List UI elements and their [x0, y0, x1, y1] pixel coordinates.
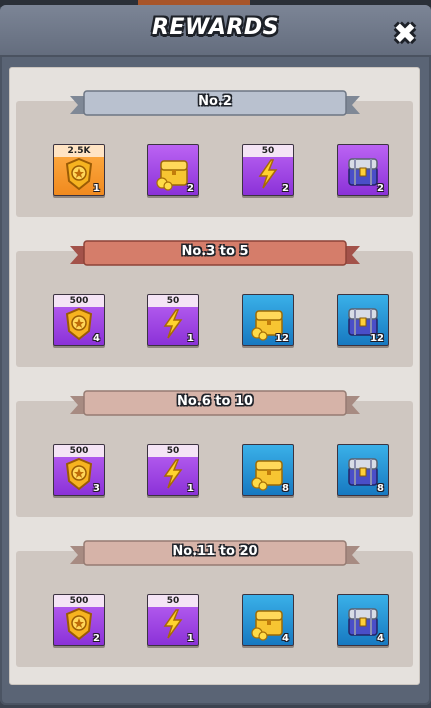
reward-gold-chest[interactable]: 8	[242, 444, 294, 496]
reward-count: 2	[93, 633, 100, 644]
tier-ribbon: No.3 to 5	[70, 238, 360, 274]
tier-ribbon: No.11 to 20	[70, 538, 360, 574]
reward-gold-chest[interactable]: 2	[147, 144, 199, 196]
tier-ribbon: No.6 to 10	[70, 388, 360, 424]
tier-label: No.2	[198, 94, 232, 109]
reward-gold-chest[interactable]: 4	[242, 594, 294, 646]
reward-count: 2	[377, 183, 384, 194]
reward-badge[interactable]: 2.5K 1	[53, 144, 105, 196]
reward-lightning[interactable]: 50 1	[147, 594, 199, 646]
tier-no-6-to-10: No.6 to 10 500 3 50 1 8 8	[10, 368, 419, 518]
reward-count: 12	[370, 333, 384, 344]
rewards-panel: REWARDS ✖ No.2 2.5K 1 2 50 2 2 No.3 to 5…	[0, 5, 431, 705]
reward-lightning[interactable]: 50 1	[147, 444, 199, 496]
tier-label: No.6 to 10	[176, 394, 254, 409]
title-bar: REWARDS ✖	[0, 5, 431, 57]
reward-count: 1	[187, 483, 194, 494]
reward-gold-chest[interactable]: 12	[242, 294, 294, 346]
reward-steel-chest[interactable]: 4	[337, 594, 389, 646]
reward-badge[interactable]: 500 2	[53, 594, 105, 646]
reward-count: 4	[93, 333, 100, 344]
reward-badge[interactable]: 500 4	[53, 294, 105, 346]
reward-count: 2	[187, 183, 194, 194]
tier-label: No.11 to 20	[172, 544, 258, 559]
reward-lightning[interactable]: 50 2	[242, 144, 294, 196]
rewards-row: 500 3 50 1 8 8	[10, 444, 419, 496]
tier-no-3-to-5: No.3 to 5 500 4 50 1 12 12	[10, 218, 419, 368]
reward-badge[interactable]: 500 3	[53, 444, 105, 496]
tier-no-11-to-20: No.11 to 20 500 2 50 1 4 4	[10, 518, 419, 668]
tier-no-2: No.2 2.5K 1 2 50 2 2	[10, 68, 419, 218]
reward-count: 1	[187, 633, 194, 644]
reward-count: 8	[377, 483, 384, 494]
rewards-row: 500 4 50 1 12 12	[10, 294, 419, 346]
rewards-list: No.2 2.5K 1 2 50 2 2 No.3 to 5 500 4 50 …	[9, 67, 420, 685]
panel-title: REWARDS	[151, 15, 280, 40]
reward-lightning[interactable]: 50 1	[147, 294, 199, 346]
rewards-row: 500 2 50 1 4 4	[10, 594, 419, 646]
reward-count: 8	[282, 483, 289, 494]
reward-steel-chest[interactable]: 2	[337, 144, 389, 196]
reward-count: 4	[282, 633, 289, 644]
rewards-row: 2.5K 1 2 50 2 2	[10, 144, 419, 196]
reward-count: 4	[377, 633, 384, 644]
reward-count: 1	[93, 183, 100, 194]
reward-steel-chest[interactable]: 8	[337, 444, 389, 496]
tier-ribbon: No.2	[70, 88, 360, 124]
reward-count: 3	[93, 483, 100, 494]
reward-count: 2	[282, 183, 289, 194]
reward-count: 12	[275, 333, 289, 344]
reward-count: 1	[187, 333, 194, 344]
tier-label: No.3 to 5	[181, 244, 249, 259]
reward-steel-chest[interactable]: 12	[337, 294, 389, 346]
close-button[interactable]: ✖	[390, 19, 420, 49]
